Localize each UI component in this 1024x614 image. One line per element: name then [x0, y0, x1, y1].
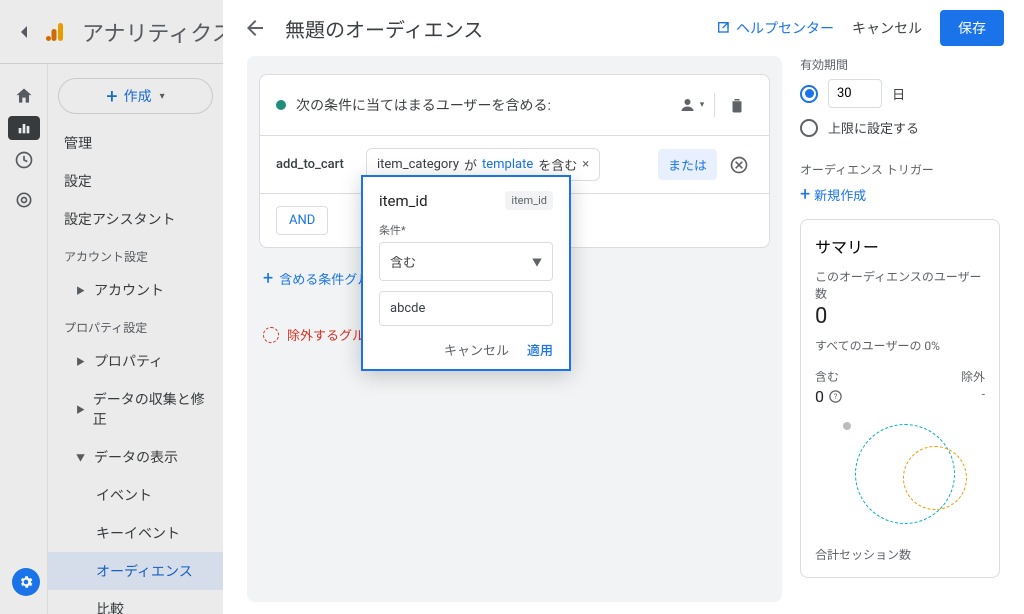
help-icon[interactable]: ? — [828, 389, 843, 404]
svg-text:?: ? — [834, 392, 838, 401]
popover-title: item_id — [379, 192, 428, 210]
create-button-label: 作成 — [124, 86, 152, 106]
all-users-pct: すべてのユーザーの 0% — [815, 337, 985, 354]
nav-key-events[interactable]: キーイベント — [48, 514, 223, 552]
close-icon[interactable]: × — [582, 157, 589, 172]
settings-fab[interactable] — [12, 568, 40, 596]
create-button[interactable]: + 作成 ▾ — [58, 78, 213, 114]
duration-max-radio[interactable] — [800, 119, 818, 137]
rail-explore-icon[interactable] — [0, 140, 48, 180]
page-title: 無題のオーディエンス — [285, 14, 716, 43]
plus-icon: + — [106, 86, 117, 106]
event-name-chip[interactable]: add_to_cart — [276, 157, 366, 172]
operator-select[interactable]: 含む ▼ — [379, 242, 553, 281]
chevron-down-icon: ▾ — [160, 91, 165, 102]
rail-reports-icon[interactable] — [8, 116, 40, 140]
chevron-down-icon: ▼ — [532, 254, 542, 269]
new-trigger-button[interactable]: +新規作成 — [800, 184, 1000, 205]
nav-events[interactable]: イベント — [48, 476, 223, 514]
duration-days-input[interactable] — [828, 79, 882, 108]
or-button[interactable]: または — [658, 149, 717, 180]
summary-title: サマリー — [815, 234, 985, 258]
section-account-label: アカウント設定 — [48, 238, 223, 271]
popover-field-label: 条件* — [379, 222, 553, 238]
scope-user-icon[interactable]: ▾ — [676, 89, 708, 121]
parameter-popover: item_id item_id 条件* 含む ▼ キャンセル 適用 — [361, 175, 571, 371]
trigger-label: オーディエンス トリガー — [800, 161, 1000, 178]
venn-diagram — [815, 416, 985, 536]
app-title: アナリティクス — [82, 16, 234, 48]
include-value: 0 ? — [815, 387, 843, 406]
nav-property[interactable]: ▶プロパティ — [48, 342, 223, 380]
ga-logo-icon — [44, 18, 72, 46]
popover-cancel-button[interactable]: キャンセル — [444, 340, 509, 359]
include-header-text: 次の条件に当てはまるユーザーを含める: — [296, 95, 551, 115]
cancel-button[interactable]: キャンセル — [852, 18, 922, 38]
nav-data-collect[interactable]: ▶データの収集と修正 — [48, 380, 223, 438]
dashed-circle-icon — [263, 327, 279, 343]
duration-label: 有効期間 — [800, 56, 1000, 73]
remove-row-icon[interactable] — [725, 151, 753, 179]
delete-card-icon[interactable] — [721, 89, 753, 121]
include-label: 含む — [815, 368, 839, 385]
include-indicator-dot — [276, 100, 286, 110]
section-property-label: プロパティ設定 — [48, 309, 223, 342]
exclude-value: - — [982, 387, 985, 406]
nav-data-display[interactable]: ▼データの表示 — [48, 438, 223, 476]
duration-max-label: 上限に設定する — [828, 118, 919, 137]
nav-admin[interactable]: 管理 — [48, 124, 223, 162]
nav-account[interactable]: ▶アカウント — [48, 271, 223, 309]
back-chevron-icon[interactable] — [12, 20, 36, 44]
and-button[interactable]: AND — [276, 206, 328, 235]
sessions-label: 合計セッション数 — [815, 546, 985, 563]
nav-audiences[interactable]: オーディエンス — [48, 552, 223, 590]
save-button[interactable]: 保存 — [940, 10, 1004, 46]
popover-apply-button[interactable]: 適用 — [527, 340, 553, 359]
duration-unit: 日 — [892, 84, 905, 103]
plus-icon: + — [263, 268, 273, 289]
nav-compare[interactable]: 比較 — [48, 590, 223, 614]
exclude-label: 除外 — [961, 368, 985, 385]
user-count-value: 0 — [815, 304, 985, 329]
rail-advertising-icon[interactable] — [0, 180, 48, 220]
duration-days-radio[interactable] — [800, 85, 818, 103]
rail-home-icon[interactable] — [0, 76, 48, 116]
help-center-link[interactable]: ヘルプセンター — [716, 18, 834, 38]
value-input[interactable] — [379, 291, 553, 326]
popover-param-chip: item_id — [505, 191, 553, 210]
back-arrow-icon[interactable] — [243, 16, 267, 40]
nav-settings[interactable]: 設定 — [48, 162, 223, 200]
user-count-label: このオーディエンスのユーザー数 — [815, 268, 985, 302]
nav-setup-assistant[interactable]: 設定アシスタント — [48, 200, 223, 238]
